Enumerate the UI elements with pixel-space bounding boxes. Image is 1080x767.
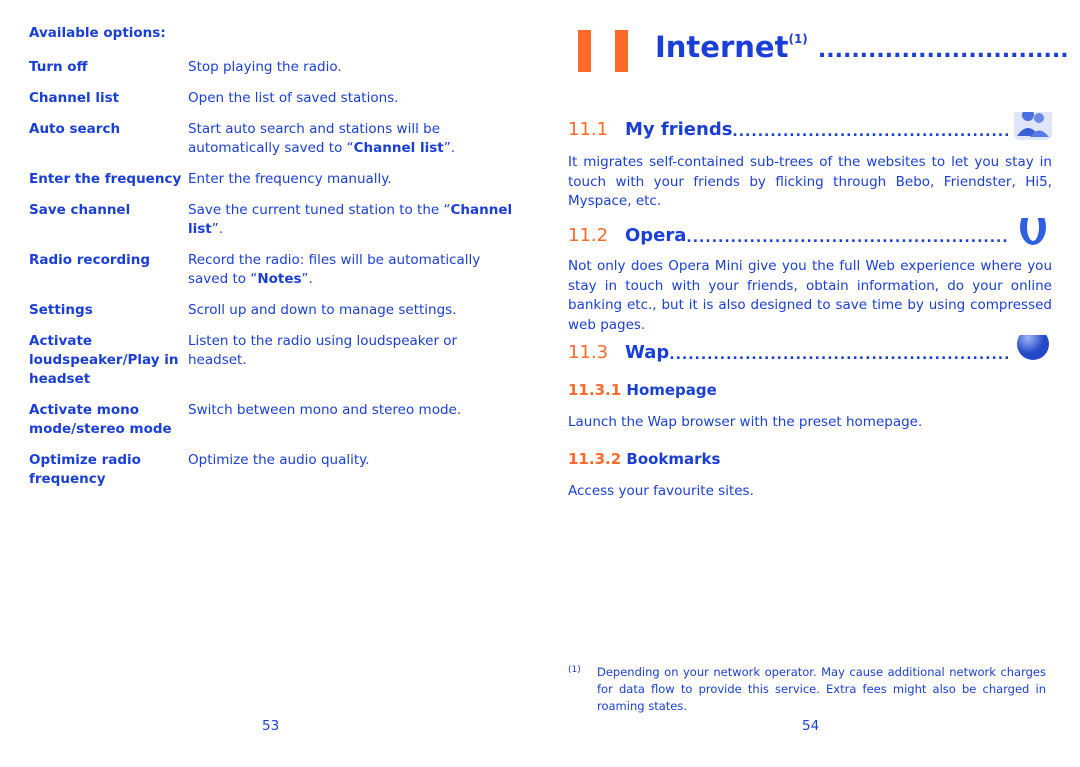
option-label: Turn off: [29, 59, 88, 75]
options-heading: Available options:: [29, 25, 166, 41]
chapter-number-graphic: [578, 30, 628, 72]
option-label: Activate loudspeaker/Play in headset: [29, 333, 179, 387]
footnote: (1) Depending on your network operator. …: [568, 665, 1046, 713]
option-label: Auto search: [29, 121, 121, 137]
section-heading: 11.1 My friends ........................…: [568, 112, 1052, 140]
option-desc: Open the list of saved stations.: [188, 90, 399, 106]
option-desc: Switch between mono and stereo mode.: [188, 402, 462, 418]
subsection-heading: 11.3.2 Bookmarks: [568, 450, 721, 468]
chapter-title: Internet(1) ............................…: [655, 30, 1069, 64]
section-heading: 11.3 Wap ...............................…: [568, 335, 1052, 363]
subsection-heading: 11.3.1 Homepage: [568, 381, 717, 399]
option-desc: Listen to the radio using loudspeaker or…: [188, 333, 458, 368]
option-label: Save channel: [29, 202, 131, 218]
option-label: Channel list: [29, 90, 120, 106]
friends-icon: [1014, 112, 1052, 140]
subsection-text: Launch the Wap browser with the preset h…: [568, 414, 923, 430]
option-label: Activate mono mode/stereo mode: [29, 402, 172, 437]
section-heading: 11.2 Opera .............................…: [568, 218, 1052, 246]
section-text: Not only does Opera Mini give you the fu…: [568, 258, 1052, 333]
option-desc: Scroll up and down to manage settings.: [188, 302, 457, 318]
section-text: It migrates self-contained sub-trees of …: [568, 154, 1052, 209]
option-label: Enter the frequency: [29, 171, 182, 187]
option-desc: Record the radio: files will be automati…: [188, 252, 481, 287]
option-desc: Enter the frequency manually.: [188, 171, 392, 187]
option-desc: Start auto search and stations will be a…: [188, 121, 456, 156]
option-label: Radio recording: [29, 252, 151, 268]
option-desc: Save the current tuned station to the “C…: [188, 202, 513, 237]
page-number: 53: [262, 718, 280, 734]
page-number: 54: [802, 718, 820, 734]
option-label: Settings: [29, 302, 93, 318]
globe-icon: [1017, 335, 1049, 360]
manual-spread: { "left_page": { "heading": "Available o…: [0, 0, 1080, 767]
opera-icon: [1020, 218, 1046, 245]
option-desc: Optimize the audio quality.: [188, 452, 370, 468]
option-label: Optimize radio frequency: [29, 452, 141, 487]
option-desc: Stop playing the radio.: [188, 59, 342, 75]
subsection-text: Access your favourite sites.: [568, 483, 754, 499]
